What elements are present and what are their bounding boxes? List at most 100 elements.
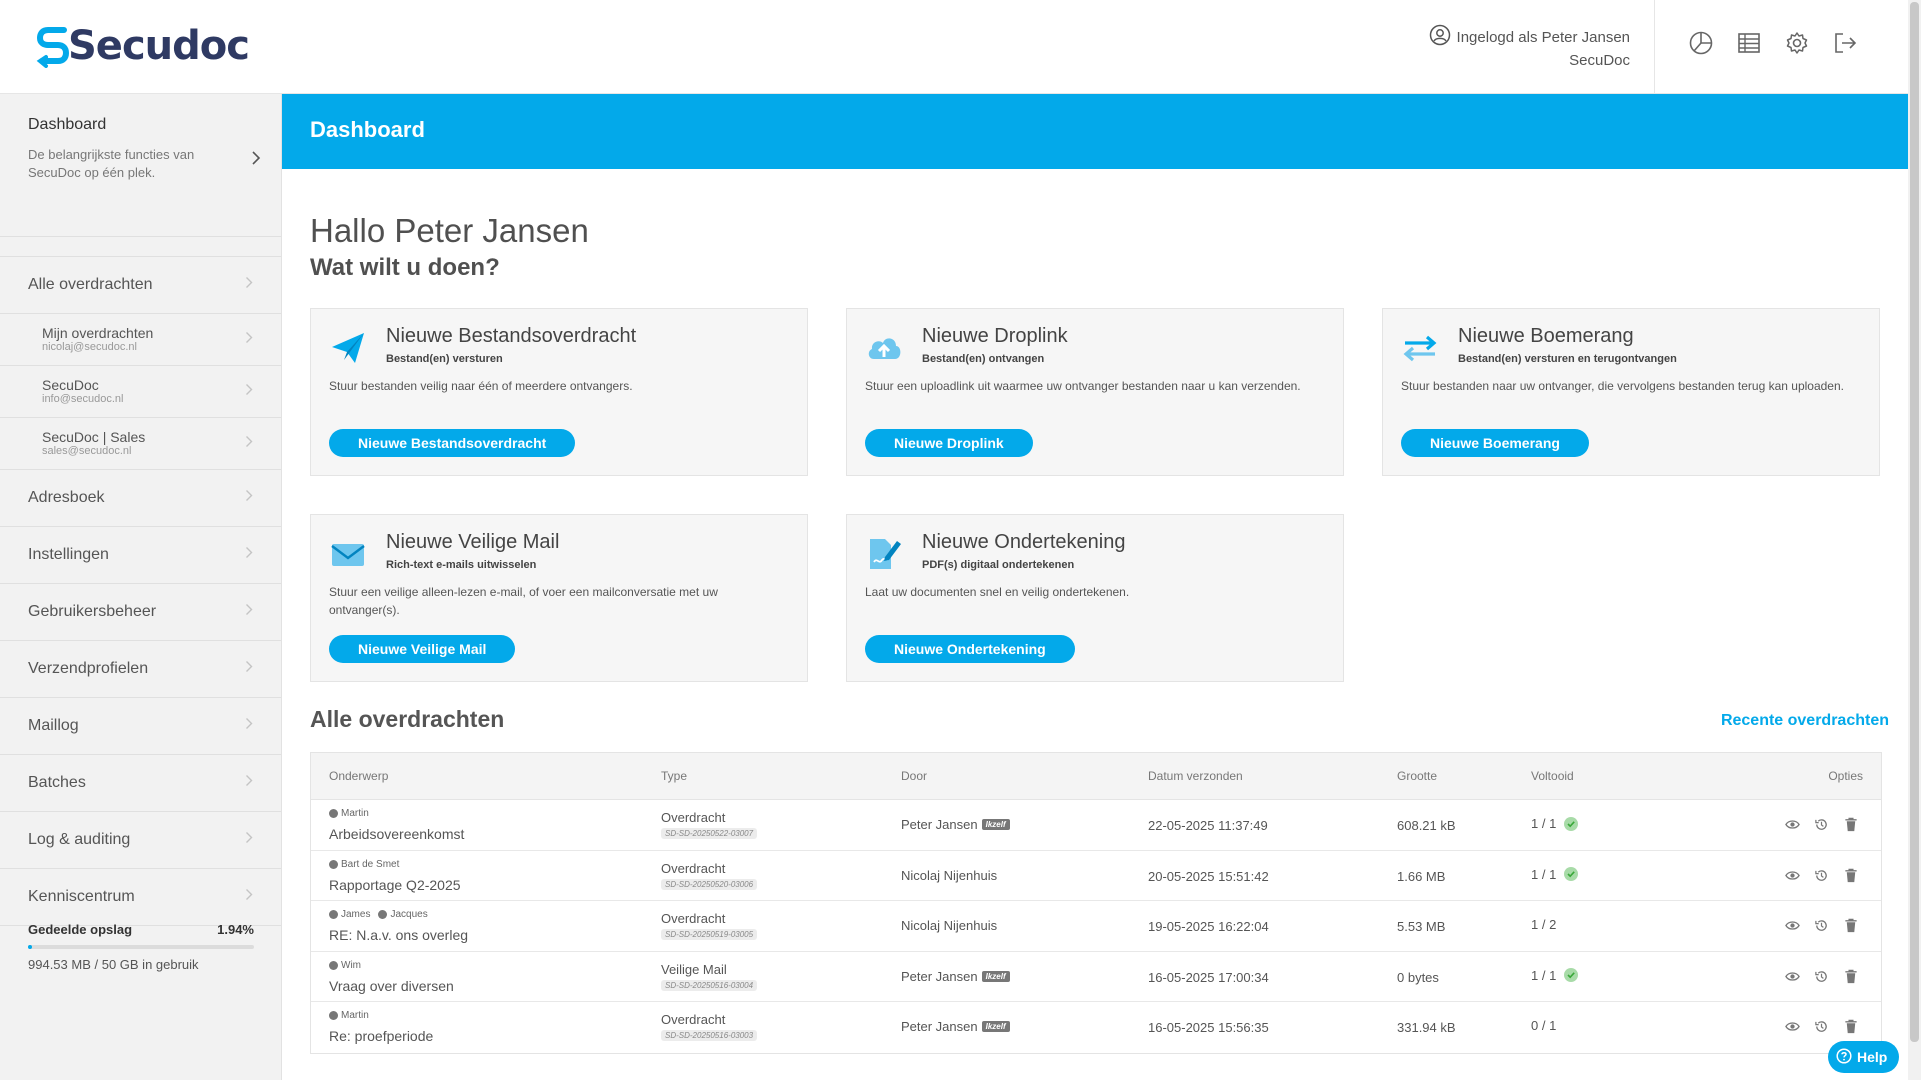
mailbox-email: nicolaj@secudoc.nl — [42, 341, 137, 353]
new-secure-mail-button[interactable]: Nieuwe Veilige Mail — [329, 635, 516, 663]
recipient-name: Wim — [341, 959, 361, 971]
transfer-type: Veilige Mail — [661, 961, 727, 977]
table-row[interactable]: James Jacques RE: N.a.v. ons overleg Over… — [311, 901, 1881, 952]
delete-trash-icon[interactable] — [1841, 967, 1860, 986]
sidebar-item-adresboek[interactable]: Adresboek — [0, 470, 281, 527]
card-title: Nieuwe Bestandsoverdracht — [386, 325, 637, 347]
table-row[interactable]: Bart de Smet Rapportage Q2-2025 Overdrac… — [311, 851, 1881, 902]
person-icon — [329, 1011, 338, 1021]
check-circle-icon — [1564, 816, 1579, 831]
chevron-right-icon — [245, 331, 253, 349]
recipient-name: Martin — [341, 808, 369, 819]
sender: Peter Jansen Ikzelf — [901, 1019, 1010, 1034]
pie-chart-icon[interactable] — [1688, 30, 1714, 56]
sidebar-item-verzendprofielen[interactable]: Verzendprofielen — [0, 641, 281, 698]
settings-gear-icon[interactable] — [1784, 30, 1810, 56]
sidebar-item-log-auditing[interactable]: Log & auditing — [0, 812, 281, 869]
storage-percent: 1.94% — [217, 922, 254, 937]
delete-trash-icon[interactable] — [1841, 1017, 1860, 1036]
sender-name: Peter Jansen — [901, 817, 978, 832]
delete-trash-icon[interactable] — [1841, 866, 1860, 885]
sidebar-mailbox-secudoc[interactable]: SecuDoc info@secudoc.nl — [0, 366, 281, 418]
new-transfer-button[interactable]: Nieuwe Bestandsoverdracht — [329, 429, 576, 457]
row-options — [1783, 916, 1860, 935]
sidebar-spacer — [0, 237, 281, 257]
view-eye-icon[interactable] — [1783, 967, 1802, 986]
date-sent: 19-05-2025 16:22:04 — [1148, 919, 1269, 935]
storage-label: Gedeelde opslag — [28, 922, 133, 937]
table-row[interactable]: Martin Re: proefperiode Overdracht SD-SD… — [311, 1002, 1881, 1053]
history-icon[interactable] — [1812, 866, 1831, 885]
sidebar: Dashboard De belangrijkste functies van … — [0, 94, 282, 1080]
column-header-grootte[interactable]: Grootte — [1397, 769, 1437, 783]
secudoc-logo[interactable]: Secudoc — [36, 22, 250, 70]
history-icon[interactable] — [1812, 916, 1831, 935]
recipient-name: Jacques — [390, 909, 428, 921]
new-droplink-button[interactable]: Nieuwe Droplink — [865, 429, 1033, 457]
new-signing-button[interactable]: Nieuwe Ondertekening — [865, 635, 1075, 663]
card-description: Stuur bestanden veilig naar één of meerd… — [329, 379, 633, 393]
table-header: Onderwerp Type Door Datum verzonden Groo… — [311, 753, 1881, 800]
card-title: Nieuwe Veilige Mail — [386, 531, 560, 553]
sender-name: Peter Jansen — [901, 968, 978, 984]
completion-count: 0 / 1 — [1531, 1018, 1557, 1034]
card-title: Nieuwe Droplink — [922, 325, 1068, 347]
recipients: Martin — [329, 808, 369, 819]
transfer-type: Overdracht — [661, 860, 726, 876]
sidebar-item-batches[interactable]: Batches — [0, 755, 281, 812]
table-row[interactable]: Martin Arbeidsovereenkomst Overdracht SD… — [311, 800, 1881, 851]
sender-name: Nicolaj Nijenhuis — [901, 918, 998, 934]
sidebar-item-alle-overdrachten[interactable]: Alle overdrachten — [0, 257, 281, 314]
view-eye-icon[interactable] — [1783, 815, 1802, 834]
column-header-voltooid[interactable]: Voltooid — [1531, 769, 1574, 783]
recipients: Martin — [329, 1010, 369, 1021]
transfer-code: SD-SD-20250516-03004 — [661, 979, 758, 991]
page-scrollbar[interactable] — [1908, 0, 1921, 1080]
transfer-code: SD-SD-20250522-03007 — [661, 828, 758, 839]
history-icon[interactable] — [1812, 967, 1831, 986]
column-header-datum[interactable]: Datum verzonden — [1148, 769, 1243, 783]
sidebar-item-maillog[interactable]: Maillog — [0, 698, 281, 755]
sidebar-mailbox-secudoc-sales[interactable]: SecuDoc | Sales sales@secudoc.nl — [0, 418, 281, 470]
recipient: Wim — [329, 960, 361, 971]
size: 5.53 MB — [1397, 919, 1446, 935]
sidebar-dashboard-desc: De belangrijkste functies van SecuDoc op… — [28, 147, 195, 180]
column-header-type[interactable]: Type — [661, 769, 687, 783]
size: 608.21 kB — [1397, 818, 1456, 833]
table-icon[interactable] — [1736, 30, 1762, 56]
sidebar-item-instellingen[interactable]: Instellingen — [0, 527, 281, 584]
card-droplink: Nieuwe Droplink Bestand(en) ontvangen St… — [846, 308, 1344, 476]
chevron-right-icon — [245, 276, 253, 294]
recipient: Martin — [329, 1010, 369, 1021]
user-avatar-icon — [1429, 24, 1451, 51]
table-row[interactable]: Wim Vraag over diversen Veilige Mail SD-… — [311, 952, 1881, 1003]
sidebar-mailbox-mijn-overdrachten[interactable]: Mijn overdrachten nicolaj@secudoc.nl — [0, 314, 281, 366]
sidebar-item-dashboard[interactable]: Dashboard De belangrijkste functies van … — [0, 94, 281, 237]
logout-icon[interactable] — [1832, 30, 1858, 56]
delete-trash-icon[interactable] — [1841, 916, 1860, 935]
storage-usage: Gedeelde opslag 1.94% 994.53 MB / 50 GB … — [28, 922, 254, 972]
recent-transfers-link[interactable]: Recente overdrachten — [1721, 712, 1889, 730]
sidebar-item-kenniscentrum[interactable]: Kenniscentrum — [0, 869, 281, 926]
column-header-door[interactable]: Door — [901, 769, 927, 783]
view-eye-icon[interactable] — [1783, 916, 1802, 935]
card-title: Nieuwe Ondertekening — [922, 531, 1126, 553]
column-header-onderwerp[interactable]: Onderwerp — [329, 769, 388, 783]
help-button[interactable]: Help — [1828, 1041, 1900, 1073]
history-icon[interactable] — [1812, 1017, 1831, 1036]
sidebar-item-gebruikersbeheer[interactable]: Gebruikersbeheer — [0, 584, 281, 641]
delete-trash-icon[interactable] — [1841, 815, 1860, 834]
chevron-right-icon — [245, 546, 253, 564]
card-subtitle: Bestand(en) versturen — [386, 353, 503, 365]
view-eye-icon[interactable] — [1783, 1017, 1802, 1036]
view-eye-icon[interactable] — [1783, 866, 1802, 885]
check-circle-icon — [1564, 968, 1579, 983]
swap-arrows-icon — [1401, 329, 1439, 367]
scrollbar-thumb[interactable] — [1910, 2, 1919, 1042]
person-icon — [329, 809, 338, 818]
new-boemerang-button[interactable]: Nieuwe Boemerang — [1401, 429, 1589, 457]
sidebar-item-label: Maillog — [28, 717, 79, 734]
history-icon[interactable] — [1812, 815, 1831, 834]
mailbox-email: info@secudoc.nl — [42, 393, 124, 405]
person-icon — [378, 910, 388, 920]
